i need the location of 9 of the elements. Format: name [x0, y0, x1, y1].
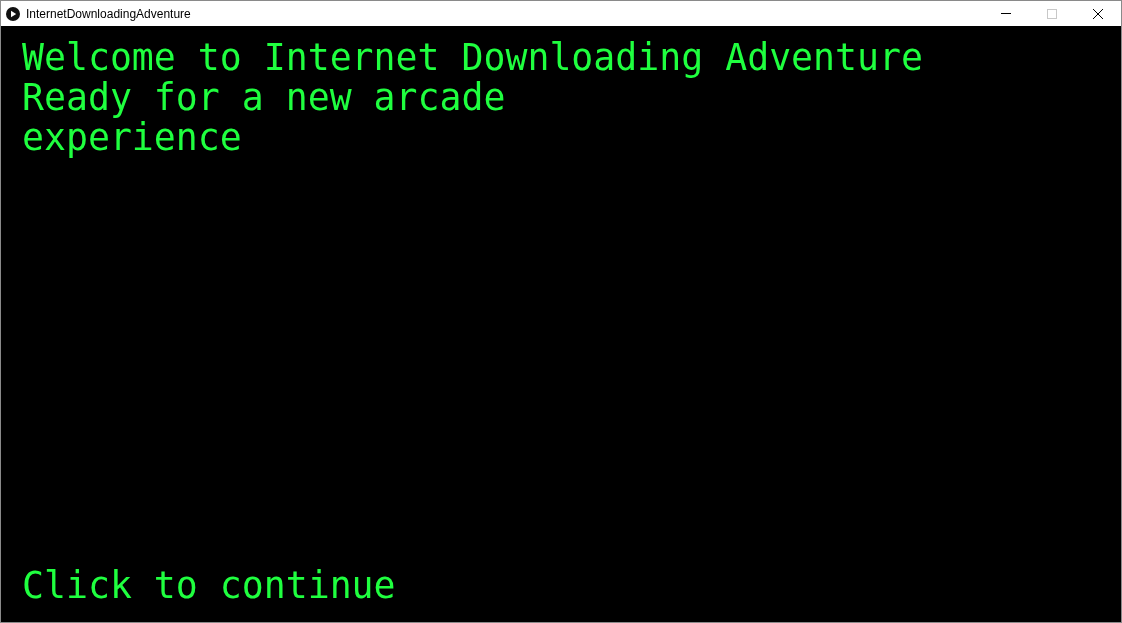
click-prompt[interactable]: Click to continue — [22, 566, 396, 606]
minimize-icon — [1001, 13, 1011, 14]
intro-text: Ready for a new arcade experience — [22, 78, 506, 158]
window-title: InternetDownloadingAdventure — [26, 6, 191, 21]
welcome-text: Welcome to Internet Downloading Adventure — [22, 38, 923, 78]
maximize-icon — [1047, 8, 1057, 19]
play-icon — [6, 6, 20, 21]
close-icon — [1093, 8, 1103, 19]
game-screen[interactable]: Welcome to Internet Downloading Adventure Ready for a new arcade experience Click to continue — [1, 26, 1121, 622]
